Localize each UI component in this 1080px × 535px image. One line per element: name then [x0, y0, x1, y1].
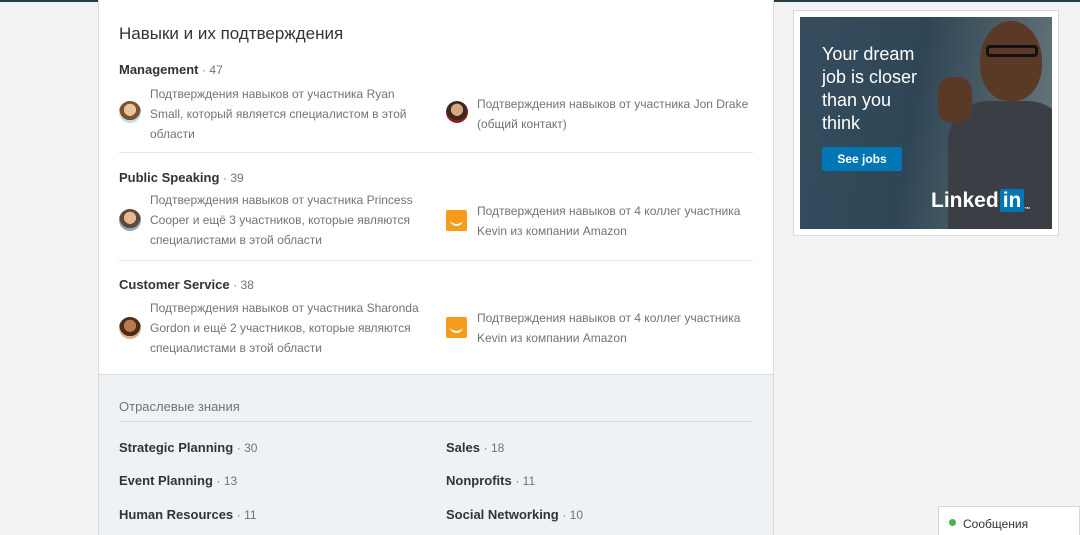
endorsement-text: Подтверждения навыков от участника Jon D…	[477, 97, 749, 131]
section-title: Навыки и их подтверждения	[119, 24, 344, 43]
divider	[119, 260, 753, 261]
endorsement-entry[interactable]: Подтверждения навыков от участника Princ…	[119, 190, 419, 252]
skills-card: Навыки и их подтверждения Management · 4…	[98, 0, 774, 535]
avatar[interactable]	[119, 101, 141, 123]
avatar[interactable]	[119, 317, 141, 339]
avatar[interactable]	[119, 209, 141, 231]
ad-banner[interactable]: Your dream job is closer than you think …	[800, 17, 1052, 229]
linkedin-logo: Linked in ™	[931, 189, 1031, 213]
amazon-logo-icon[interactable]	[446, 210, 467, 231]
divider	[119, 152, 753, 153]
endorsement-text: Подтверждения навыков от участника Sharo…	[150, 301, 419, 355]
industry-skill[interactable]: Human Resources · 11	[119, 507, 257, 522]
industry-knowledge-section: Отраслевые знания Strategic Planning · 3…	[99, 374, 773, 535]
skill-name[interactable]: Management	[119, 62, 198, 77]
skill-item-customer-service: Customer Service · 38 Подтверждения навы…	[119, 277, 753, 355]
industry-title: Отраслевые знания	[119, 399, 240, 414]
skill-item-management: Management · 47 Подтверждения навыков от…	[119, 62, 753, 141]
online-status-icon	[949, 519, 956, 526]
endorsement-entry[interactable]: Подтверждения навыков от 4 коллег участн…	[446, 201, 753, 243]
endorsement-entry[interactable]: Подтверждения навыков от участника Sharo…	[119, 298, 419, 360]
skill-title[interactable]: Management · 47	[119, 62, 753, 80]
advertisement[interactable]: Your dream job is closer than you think …	[793, 10, 1059, 236]
see-jobs-button[interactable]: See jobs	[822, 147, 902, 171]
skill-title[interactable]: Customer Service · 38	[119, 277, 753, 295]
messaging-label[interactable]: Сообщения	[963, 517, 1028, 531]
industry-skill[interactable]: Event Planning · 13	[119, 473, 237, 488]
endorsement-count: · 39	[223, 171, 244, 185]
ad-headline: Your dream job is closer than you think	[822, 44, 918, 133]
industry-skill[interactable]: Nonprofits · 11	[446, 473, 535, 488]
amazon-logo-icon[interactable]	[446, 317, 467, 338]
endorsement-text: Подтверждения навыков от 4 коллег участн…	[477, 204, 741, 238]
industry-skill[interactable]: Sales · 18	[446, 440, 504, 455]
industry-skill[interactable]: Strategic Planning · 30	[119, 440, 257, 455]
skill-name[interactable]: Customer Service	[119, 277, 230, 292]
skill-title[interactable]: Public Speaking · 39	[119, 170, 753, 188]
endorsement-text: Подтверждения навыков от участника Ryan …	[150, 87, 407, 141]
endorsement-count: · 47	[202, 63, 223, 77]
messaging-tab[interactable]: Сообщения	[938, 506, 1080, 535]
industry-skill[interactable]: Social Networking · 10	[446, 507, 583, 522]
skill-name[interactable]: Public Speaking	[119, 170, 219, 185]
divider	[119, 421, 753, 422]
endorsement-entry[interactable]: Подтверждения навыков от 4 коллег участн…	[446, 308, 753, 350]
endorsement-entry[interactable]: Подтверждения навыков от участника Jon D…	[446, 94, 753, 136]
endorsement-text: Подтверждения навыков от 4 коллег участн…	[477, 311, 741, 345]
skill-item-public-speaking: Public Speaking · 39 Подтверждения навык…	[119, 170, 753, 247]
endorsement-text: Подтверждения навыков от участника Princ…	[150, 193, 413, 247]
avatar[interactable]	[446, 101, 468, 123]
endorsement-entry[interactable]: Подтверждения навыков от участника Ryan …	[119, 84, 419, 146]
endorsement-count: · 38	[233, 278, 254, 292]
